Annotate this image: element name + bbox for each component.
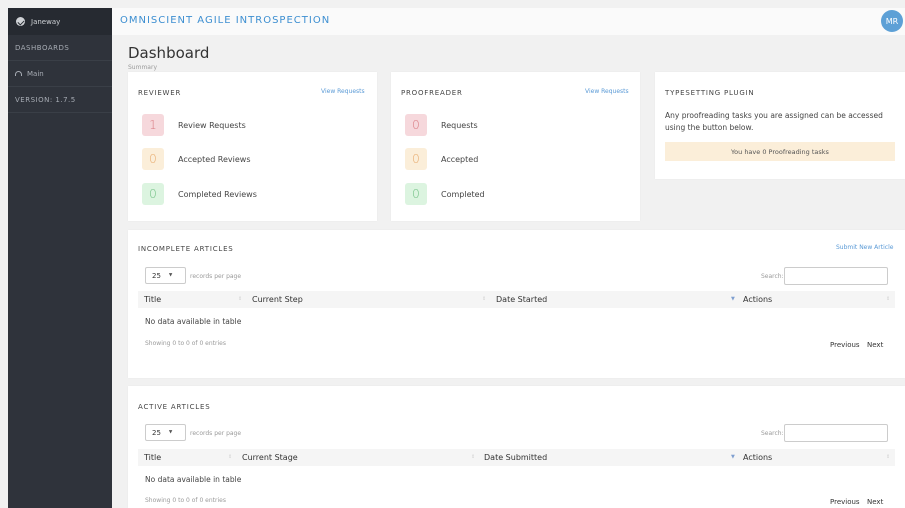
plugin-heading: TYPESETTING PLUGIN xyxy=(665,89,755,97)
stat-label: Accepted Reviews xyxy=(178,154,251,164)
sort-icon[interactable]: ⇕ xyxy=(228,454,232,460)
page-subtitle: Summary xyxy=(128,64,157,71)
sidebar: Janeway DASHBOARDS Main VERSION: 1.7.5 xyxy=(8,8,112,508)
table-empty-message: No data available in table xyxy=(145,317,242,326)
sort-icon[interactable]: ⇕ xyxy=(238,296,242,302)
records-per-page-select[interactable]: 25 ▼ xyxy=(145,267,186,284)
sort-desc-icon[interactable]: ▼ xyxy=(731,296,735,302)
table-info: Showing 0 to 0 of 0 entries xyxy=(145,497,226,504)
stat-count: 0 xyxy=(142,183,164,205)
sort-icon[interactable]: ⇕ xyxy=(482,296,486,302)
reviewer-card: REVIEWER View Requests 1 Review Requests… xyxy=(128,72,377,221)
journal-title[interactable]: OMNISCIENT AGILE INTROSPECTION xyxy=(120,15,330,26)
search-input[interactable] xyxy=(784,267,888,285)
next-page-button[interactable]: Next xyxy=(867,341,883,349)
typesetting-plugin-card: TYPESETTING PLUGIN Any proofreading task… xyxy=(655,72,905,179)
table-header: Title ⇕ Current Step ⇕ Date Started ▼ Ac… xyxy=(138,291,895,308)
dashboard-icon xyxy=(15,71,22,76)
proofreader-card: PROOFREADER View Requests 0 Requests 0 A… xyxy=(391,72,640,221)
reviewer-view-requests-link[interactable]: View Requests xyxy=(321,88,365,95)
sidebar-section-dashboards: DASHBOARDS xyxy=(8,35,112,61)
sort-desc-icon[interactable]: ▼ xyxy=(731,454,735,460)
stat-label: Review Requests xyxy=(178,120,246,130)
top-bar: OMNISCIENT AGILE INTROSPECTION MR xyxy=(112,8,905,35)
previous-page-button[interactable]: Previous xyxy=(830,341,860,349)
stat-requests[interactable]: 0 Requests xyxy=(405,114,478,136)
stat-count: 1 xyxy=(142,114,164,136)
table-header: Title ⇕ Current Stage ⇕ Date Submitted ▼… xyxy=(138,449,895,466)
records-per-page-label: records per page xyxy=(190,430,242,437)
sort-icon[interactable]: ⇕ xyxy=(886,296,890,302)
stat-count: 0 xyxy=(142,148,164,170)
brand-name: Janeway xyxy=(31,17,61,26)
stat-label: Accepted xyxy=(441,154,479,164)
table-info: Showing 0 to 0 of 0 entries xyxy=(145,340,226,347)
incomplete-articles-card: INCOMPLETE ARTICLES Submit New Article 2… xyxy=(128,230,905,378)
sidebar-item-label: Main xyxy=(27,69,44,78)
column-date-started[interactable]: Date Started xyxy=(496,295,547,304)
stat-count: 0 xyxy=(405,183,427,205)
next-page-button[interactable]: Next xyxy=(867,498,883,506)
reviewer-heading: REVIEWER xyxy=(138,89,182,97)
stat-completed[interactable]: 0 Completed xyxy=(405,183,485,205)
proofreading-tasks-alert[interactable]: You have 0 Proofreading tasks xyxy=(665,142,895,161)
column-actions[interactable]: Actions xyxy=(743,295,772,304)
stat-label: Completed Reviews xyxy=(178,189,257,199)
stat-label: Requests xyxy=(441,120,478,130)
sort-icon[interactable]: ⇕ xyxy=(471,454,475,460)
avatar[interactable]: MR xyxy=(881,10,903,32)
submit-new-article-link[interactable]: Submit New Article xyxy=(836,244,893,251)
column-actions[interactable]: Actions xyxy=(743,453,772,462)
stat-accepted-reviews[interactable]: 0 Accepted Reviews xyxy=(142,148,251,170)
sidebar-item-main[interactable]: Main xyxy=(8,61,112,87)
caret-down-icon: ▼ xyxy=(168,430,173,435)
records-per-page-select[interactable]: 25 ▼ xyxy=(145,424,186,441)
column-date-submitted[interactable]: Date Submitted xyxy=(484,453,547,462)
stat-accepted[interactable]: 0 Accepted xyxy=(405,148,478,170)
stat-completed-reviews[interactable]: 0 Completed Reviews xyxy=(142,183,257,205)
records-per-page-value: 25 xyxy=(152,271,161,280)
column-title[interactable]: Title xyxy=(144,295,161,304)
records-per-page-label: records per page xyxy=(190,273,242,280)
search-label: Search: xyxy=(761,273,784,280)
proofreader-view-requests-link[interactable]: View Requests xyxy=(585,88,629,95)
records-per-page-value: 25 xyxy=(152,428,161,437)
stat-label: Completed xyxy=(441,189,485,199)
table-empty-message: No data available in table xyxy=(145,475,242,484)
plugin-description: Any proofreading tasks you are assigned … xyxy=(665,111,883,132)
search-label: Search: xyxy=(761,430,784,437)
search-input[interactable] xyxy=(784,424,888,442)
incomplete-heading: INCOMPLETE ARTICLES xyxy=(138,245,234,253)
sort-icon[interactable]: ⇕ xyxy=(886,454,890,460)
stat-review-requests[interactable]: 1 Review Requests xyxy=(142,114,246,136)
stat-count: 0 xyxy=(405,148,427,170)
stat-count: 0 xyxy=(405,114,427,136)
version-label: VERSION: 1.7.5 xyxy=(8,87,112,113)
column-current-step[interactable]: Current Step xyxy=(252,295,303,304)
active-heading: ACTIVE ARTICLES xyxy=(138,403,211,411)
brand[interactable]: Janeway xyxy=(8,8,112,35)
caret-down-icon: ▼ xyxy=(168,273,173,278)
janeway-logo-icon xyxy=(16,17,25,26)
previous-page-button[interactable]: Previous xyxy=(830,498,860,506)
page-title: Dashboard xyxy=(128,44,210,62)
column-title[interactable]: Title xyxy=(144,453,161,462)
proofreader-heading: PROOFREADER xyxy=(401,89,463,97)
column-current-stage[interactable]: Current Stage xyxy=(242,453,298,462)
active-articles-card: ACTIVE ARTICLES 25 ▼ records per page Se… xyxy=(128,386,905,508)
